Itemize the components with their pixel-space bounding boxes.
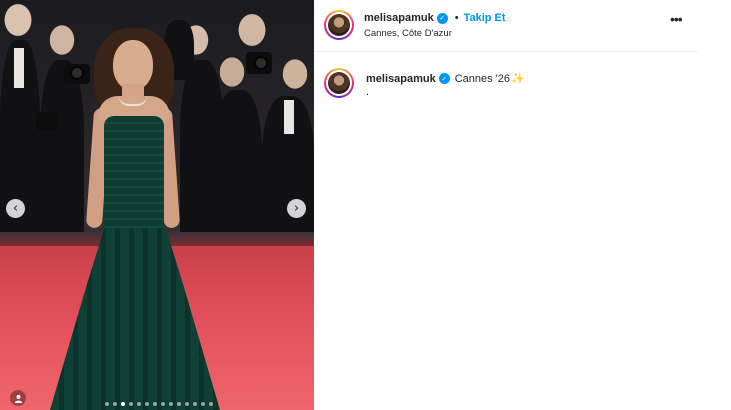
carousel-dot (121, 402, 125, 406)
carousel-dot (193, 402, 197, 406)
caption: melisapamuk ✓ Cannes '26 ✨ (366, 72, 525, 85)
carousel-dot (105, 402, 109, 406)
caption-username[interactable]: melisapamuk (366, 73, 436, 85)
carousel-dot (161, 402, 165, 406)
carousel-dot (201, 402, 205, 406)
header-separator: • (454, 12, 459, 24)
carousel-dot (209, 402, 213, 406)
chevron-right-icon: › (293, 201, 300, 216)
carousel-dot (153, 402, 157, 406)
carousel-dot (185, 402, 189, 406)
avatar-image (328, 72, 350, 94)
caption-text: Cannes '26 (454, 72, 511, 85)
chevron-left-icon: ‹ (12, 201, 19, 216)
carousel-next-button[interactable]: › (287, 199, 306, 218)
carousel-prev-button[interactable]: ‹ (6, 199, 25, 218)
sparkles-emoji-icon: ✨ (511, 72, 525, 85)
caption-avatar[interactable] (324, 68, 354, 98)
carousel-dot (137, 402, 141, 406)
gown-bodice (104, 116, 164, 236)
avatar-image (328, 14, 350, 36)
carousel-dot (169, 402, 173, 406)
header-avatar[interactable] (324, 10, 354, 40)
carousel-dots (105, 402, 213, 406)
location-link[interactable]: Cannes, Côte D'azur (364, 28, 452, 39)
carousel-dot (129, 402, 133, 406)
more-options-icon[interactable]: ••• (670, 12, 683, 26)
carousel-dot (145, 402, 149, 406)
person-icon (14, 394, 22, 403)
post-photo[interactable]: ‹ › (0, 0, 314, 410)
post-side-panel: melisapamuk ✓ • Takip Et Cannes, Côte D'… (314, 0, 731, 410)
post-header: melisapamuk ✓ • Takip Et Cannes, Côte D'… (314, 0, 698, 52)
carousel-dot (177, 402, 181, 406)
figure-face (113, 40, 153, 90)
header-username[interactable]: melisapamuk (364, 12, 434, 24)
verified-badge-icon: ✓ (436, 12, 448, 24)
follow-button[interactable]: Takip Et (464, 12, 506, 24)
verified-badge-icon: ✓ (438, 73, 450, 84)
header-user-line: melisapamuk ✓ • Takip Et (364, 12, 506, 24)
tagged-users-button[interactable] (10, 390, 26, 406)
carousel-dot (113, 402, 117, 406)
caption-second-line: . (366, 86, 370, 98)
